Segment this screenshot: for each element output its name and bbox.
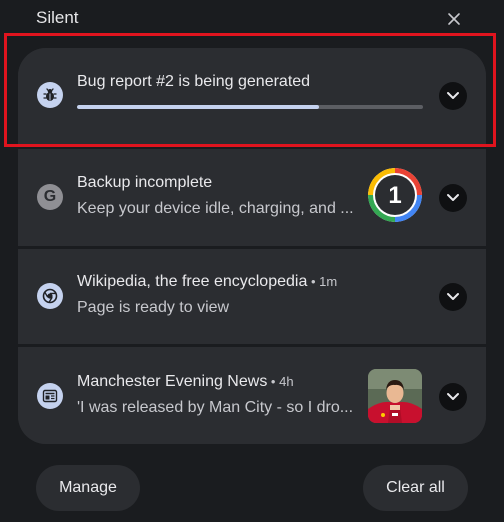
notification-time: 4h: [279, 374, 294, 389]
notification-time: 1m: [319, 274, 338, 289]
notification-title: Bug report #2 is being generated: [77, 73, 311, 90]
meta-separator: •: [267, 374, 280, 389]
notification-title-text: Manchester Evening News: [77, 373, 268, 390]
clear-all-button[interactable]: Clear all: [363, 465, 468, 511]
notification-shade: Silent Bug report #2 is being generated: [0, 0, 504, 522]
expand-button[interactable]: [439, 283, 467, 311]
progress-bar: [77, 105, 423, 109]
manage-button[interactable]: Manage: [36, 465, 140, 511]
notification-manchester-evening-news[interactable]: Manchester Evening News • 4h 'I was rele…: [18, 344, 486, 444]
google-one-logo: 1: [368, 168, 422, 222]
chevron-down-icon: [446, 189, 460, 207]
notification-text: Keep your device idle, charging, and ...: [77, 200, 354, 217]
chevron-down-icon: [446, 288, 460, 306]
expand-button[interactable]: [439, 383, 467, 411]
chrome-icon: [37, 283, 63, 309]
notification-text: Page is ready to view: [77, 299, 230, 316]
chevron-down-icon: [446, 87, 460, 105]
news-icon: [37, 383, 63, 409]
notification-text: 'I was released by Man City - so I dro..…: [77, 399, 354, 416]
notification-group: Bug report #2 is being generated G Backu…: [18, 48, 486, 444]
expand-button[interactable]: [439, 82, 467, 110]
section-header: Silent: [0, 0, 504, 36]
expand-button[interactable]: [439, 184, 467, 212]
google-one-label: 1: [388, 182, 401, 209]
chevron-down-icon: [446, 388, 460, 406]
football-player-photo: [368, 369, 422, 423]
notification-backup[interactable]: G Backup incomplete Keep your device idl…: [18, 146, 486, 247]
notification-bug-report[interactable]: Bug report #2 is being generated: [18, 48, 486, 146]
notification-title-text: Wikipedia, the free encyclopedia: [77, 273, 308, 290]
close-icon[interactable]: [444, 9, 464, 29]
notification-title: Wikipedia, the free encyclopedia • 1m: [77, 273, 337, 291]
progress-fill: [77, 105, 320, 109]
notification-wikipedia[interactable]: Wikipedia, the free encyclopedia • 1m Pa…: [18, 246, 486, 347]
section-title: Silent: [36, 8, 79, 27]
notification-title: Manchester Evening News • 4h: [77, 373, 294, 391]
google-g-icon: G: [37, 184, 63, 210]
notification-title: Backup incomplete: [77, 174, 213, 191]
meta-separator: •: [307, 274, 320, 289]
bug-icon: [37, 82, 63, 108]
